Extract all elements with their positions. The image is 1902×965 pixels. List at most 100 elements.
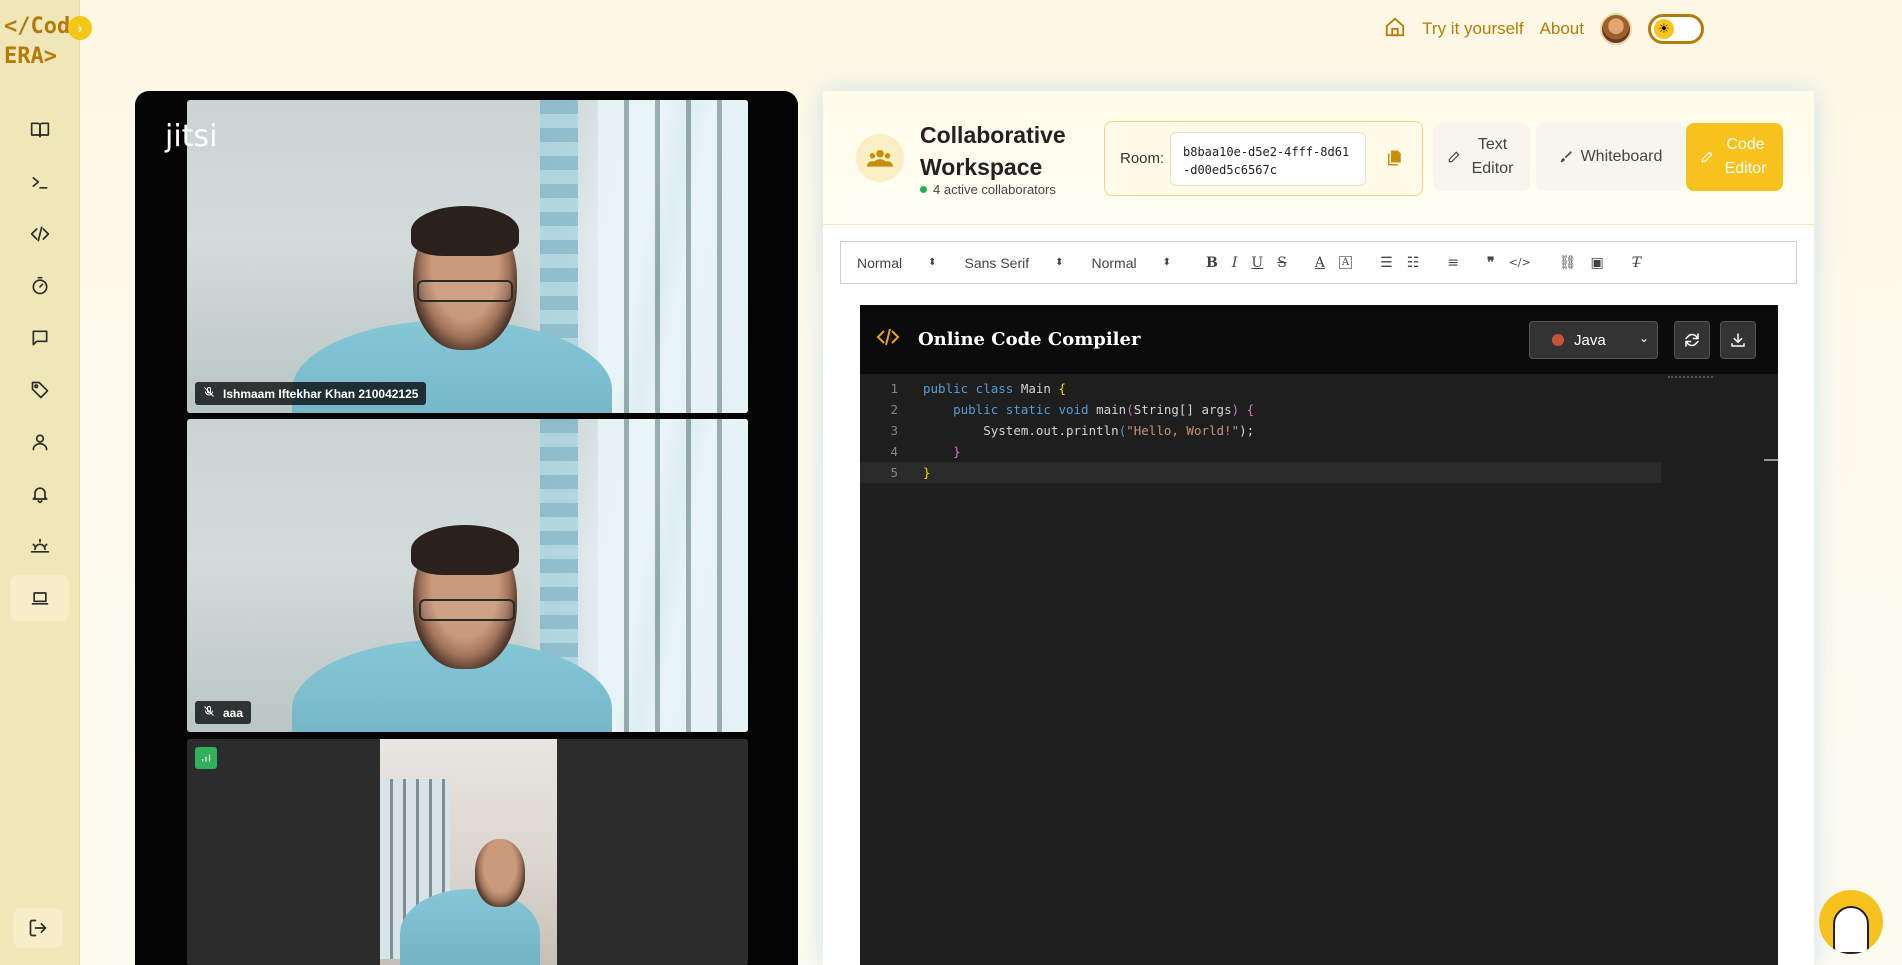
- logo-line-2: ERA>: [4, 44, 57, 69]
- code-token: ): [1231, 402, 1240, 417]
- online-dot-icon: [920, 186, 927, 193]
- window-background: [598, 100, 748, 413]
- rich-text-toolbar: Normal ⬍ Sans Serif ⬍ Normal ⬍ B I U S A A …: [840, 241, 1797, 284]
- sidebar-item-profile[interactable]: [10, 419, 69, 465]
- code-line: 2 public static void main(String[] args)…: [860, 399, 1778, 420]
- reset-button[interactable]: [1674, 321, 1710, 359]
- sidebar-item-tag[interactable]: [10, 367, 69, 413]
- text-editor-button[interactable]: Text Editor: [1433, 123, 1530, 191]
- bold-icon[interactable]: B: [1206, 255, 1218, 271]
- clear-format-icon[interactable]: T̶: [1632, 255, 1641, 271]
- font-select-value: Sans Serif: [964, 254, 1030, 271]
- sidebar-item-book[interactable]: [10, 107, 69, 153]
- chevron-down-icon: ⌄: [1638, 331, 1649, 345]
- edit-icon: [1448, 151, 1459, 163]
- header-select[interactable]: Normal ⬍: [857, 255, 937, 271]
- select-arrow-icon: ⬍: [928, 257, 937, 268]
- sidebar-item-sunrise[interactable]: [10, 523, 69, 569]
- sidebar: </Cod ERA>: [0, 0, 80, 965]
- sidebar-item-workspace[interactable]: [10, 575, 69, 621]
- copy-room-button[interactable]: [1385, 149, 1403, 172]
- participant-tile[interactable]: Ishmaam Iftekhar Khan 210042125: [187, 100, 748, 413]
- window-background: [598, 419, 748, 732]
- brush-icon: [1560, 151, 1572, 163]
- participant-name-tag: Ishmaam Iftekhar Khan 210042125: [195, 382, 427, 405]
- italic-icon[interactable]: I: [1232, 255, 1238, 271]
- room-id-field[interactable]: b8baa10e-d5e2-4fff-8d61-d00ed5c6567c: [1170, 132, 1366, 186]
- whiteboard-label: Whiteboard: [1580, 148, 1663, 165]
- home-link[interactable]: [1384, 16, 1406, 43]
- app-logo[interactable]: </Cod ERA>: [4, 12, 80, 72]
- sidebar-item-timer[interactable]: [10, 263, 69, 309]
- font-select[interactable]: Sans Serif ⬍: [965, 255, 1064, 271]
- background-color-icon[interactable]: A: [1338, 256, 1353, 269]
- sidebar-item-chat[interactable]: [10, 315, 69, 361]
- text-color-icon[interactable]: A: [1315, 255, 1325, 271]
- home-icon: [1386, 17, 1405, 36]
- image-icon[interactable]: ▣: [1590, 255, 1603, 271]
- participant-name-tag: aaa: [195, 701, 252, 724]
- workspace-header: Collaborative Workspace 4 active collabo…: [823, 91, 1814, 225]
- try-it-yourself-link[interactable]: Try it yourself: [1422, 19, 1523, 39]
- participant-video: [380, 739, 557, 965]
- book-icon: [30, 122, 49, 138]
- logout-icon: [29, 919, 47, 937]
- code-token: Main: [1013, 381, 1059, 396]
- connection-signal-icon[interactable]: [195, 747, 217, 769]
- align-icon[interactable]: ≡: [1447, 255, 1459, 271]
- language-value: Java: [1574, 331, 1606, 349]
- code-token: {: [1058, 381, 1066, 396]
- code-line: 4 }: [860, 441, 1778, 462]
- underline-icon[interactable]: U: [1251, 255, 1263, 271]
- room-box: Room: b8baa10e-d5e2-4fff-8d61-d00ed5c656…: [1104, 121, 1423, 196]
- strike-icon[interactable]: S: [1277, 255, 1287, 271]
- participant-name: Ishmaam Iftekhar Khan 210042125: [223, 386, 419, 401]
- code-line: 1 public class Main {: [860, 378, 1778, 399]
- code-token: System.out.println: [983, 423, 1119, 438]
- compiler-header: Online Code Compiler Java ⌄: [860, 305, 1778, 374]
- code-editor-button[interactable]: Code Editor: [1686, 123, 1783, 191]
- collaborators-count: 4 active collaborators: [933, 182, 1056, 197]
- theme-toggle[interactable]: ☀: [1648, 14, 1704, 44]
- logout-button[interactable]: [13, 908, 63, 948]
- sidebar-toggle-button[interactable]: ›: [68, 16, 92, 40]
- user-icon: [32, 434, 48, 451]
- sidebar-item-terminal[interactable]: [10, 159, 69, 205]
- participant-tile[interactable]: aaa: [187, 419, 748, 732]
- sidebar-item-notifications[interactable]: [10, 471, 69, 517]
- page-title: Collaborative Workspace: [920, 122, 1066, 180]
- size-select[interactable]: Normal ⬍: [1092, 255, 1172, 271]
- sidebar-item-code[interactable]: [10, 211, 69, 257]
- code-token: String[]: [1133, 402, 1194, 417]
- sunrise-icon: [30, 538, 49, 553]
- code-block-icon[interactable]: </>: [1509, 256, 1531, 269]
- refresh-icon: [1685, 333, 1699, 347]
- code-editor[interactable]: 1 public class Main { 2 public static vo…: [860, 374, 1778, 483]
- code-token: (: [1126, 402, 1134, 417]
- language-select[interactable]: Java ⌄: [1529, 321, 1658, 359]
- code-compiler: Online Code Compiler Java ⌄ 1 public cla…: [860, 305, 1778, 965]
- top-navbar: Try it yourself About ☀: [80, 0, 1902, 58]
- collaborators-status: 4 active collaborators: [920, 182, 1056, 197]
- download-button[interactable]: [1720, 321, 1756, 359]
- tag-icon: [31, 381, 48, 399]
- bullet-list-icon[interactable]: ☷: [1407, 255, 1420, 271]
- avatar[interactable]: [1600, 13, 1632, 45]
- jitsi-logo: jitsi: [165, 119, 218, 154]
- blockquote-icon[interactable]: ❞: [1487, 255, 1495, 271]
- code-editor-label: Code Editor: [1724, 136, 1767, 177]
- ordered-list-icon[interactable]: ☰: [1380, 255, 1393, 271]
- code-token: "Hello, World!": [1126, 423, 1240, 438]
- participant-tile[interactable]: [187, 739, 748, 965]
- about-link[interactable]: About: [1540, 19, 1584, 39]
- timer-icon: [32, 276, 47, 295]
- video-conference-panel: jitsi Ishmaam Iftekhar Khan 210042125 aa…: [135, 91, 798, 965]
- select-arrow-icon: ⬍: [1162, 257, 1172, 268]
- link-icon[interactable]: ⛓: [1559, 255, 1577, 271]
- whiteboard-button[interactable]: Whiteboard: [1536, 123, 1685, 191]
- assistant-bot-button[interactable]: [1819, 890, 1883, 954]
- line-number: 5: [890, 465, 898, 480]
